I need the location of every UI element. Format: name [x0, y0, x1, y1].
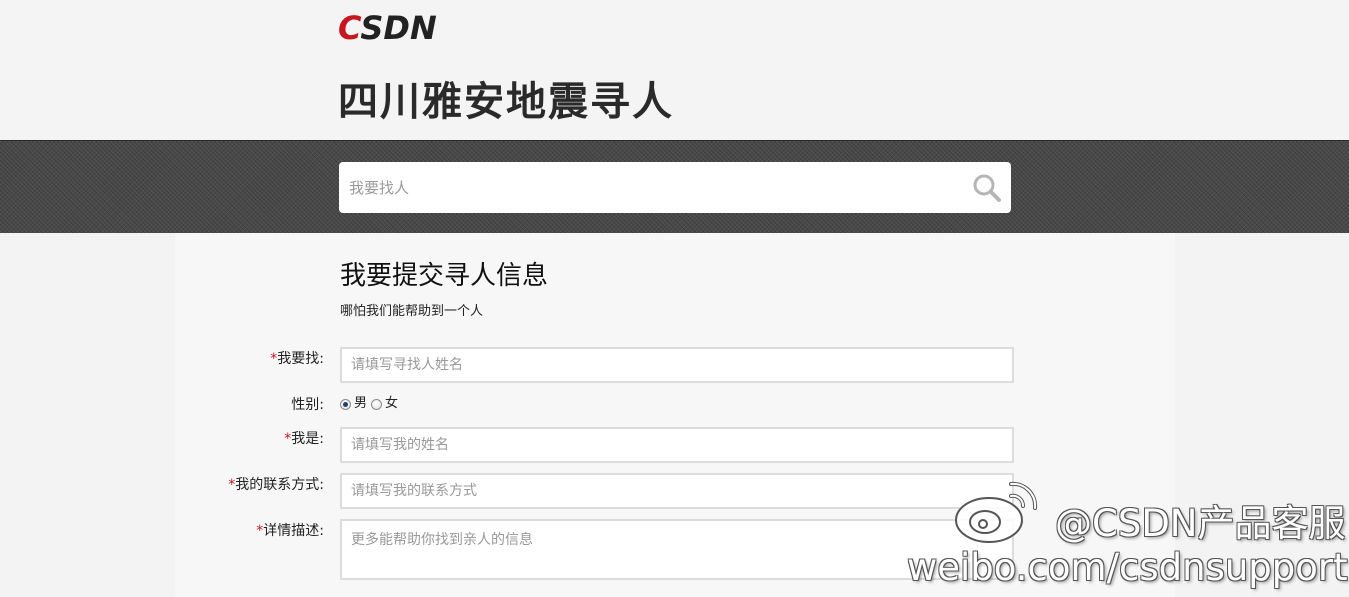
csdn-logo[interactable]: CSDN [338, 10, 437, 46]
radio-female[interactable] [371, 398, 383, 410]
contact-label: *我的联系方式: [228, 475, 324, 495]
radio-male[interactable] [340, 398, 351, 410]
search-band [0, 140, 1349, 233]
page-header: CSDN 四川雅安地震寻人 [0, 0, 1349, 140]
details-label-text: 详情描述: [263, 523, 324, 539]
search-input[interactable] [339, 162, 959, 213]
search-box [339, 162, 1011, 213]
find-label-text: 我要找: [277, 351, 324, 367]
form-panel: 我要提交寻人信息 哪怕我们能帮助到一个人 *我要找: 性别: 男 女 *我是: … [175, 233, 1175, 597]
gender-label: 性别: [291, 397, 324, 413]
site-title: 四川雅安地震寻人 [338, 79, 674, 125]
find-name-input[interactable] [340, 347, 1014, 383]
form-subtitle: 哪怕我们能帮助到一个人 [340, 304, 484, 319]
form-title: 我要提交寻人信息 [340, 261, 549, 291]
details-label: *详情描述: [256, 521, 324, 541]
me-label: *我是: [284, 429, 324, 449]
contact-label-text: 我的联系方式: [235, 477, 324, 493]
my-name-input[interactable] [340, 427, 1014, 463]
search-icon[interactable] [972, 173, 1002, 203]
details-textarea[interactable] [340, 519, 1014, 580]
me-label-text: 我是: [291, 431, 324, 447]
radio-male-label[interactable]: 男 [354, 395, 367, 413]
logo-letters: SDN [360, 9, 437, 47]
gender-group: 男 女 [340, 395, 402, 413]
logo-letter-c: C [338, 9, 361, 47]
contact-input[interactable] [340, 473, 1014, 509]
radio-female-label[interactable]: 女 [385, 395, 398, 413]
find-label: *我要找: [270, 349, 324, 369]
